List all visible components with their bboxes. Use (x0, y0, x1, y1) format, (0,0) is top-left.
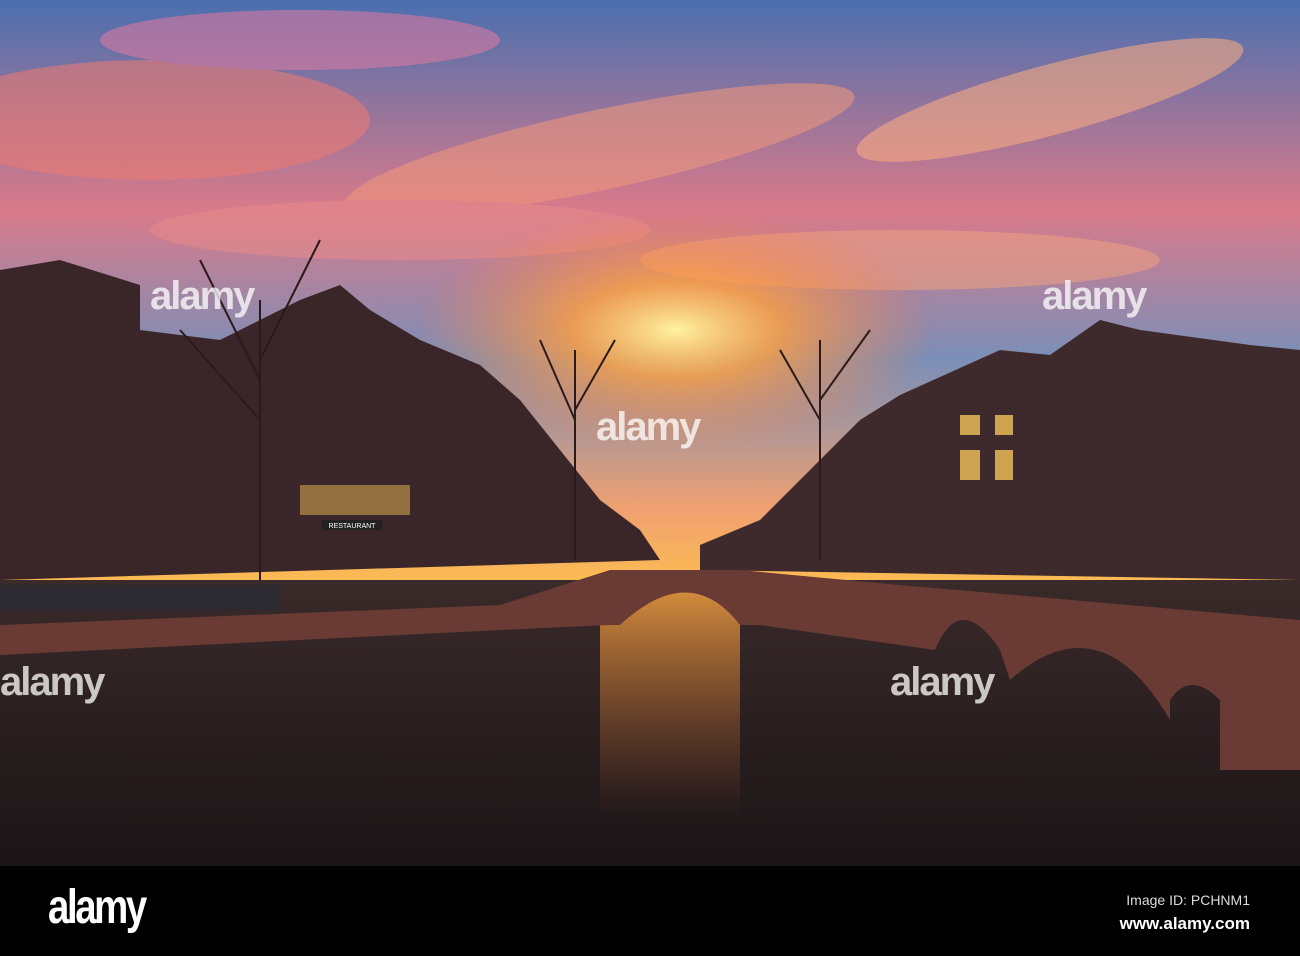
image-id: Image ID: PCHNM1 (1126, 892, 1250, 908)
restaurant-sign-text: RESTAURANT (329, 523, 377, 530)
watermark-top-right: alamy (1042, 274, 1147, 318)
parked-cars (0, 585, 280, 610)
footer-bar: alamy Image ID: PCHNM1 www.alamy.com (0, 866, 1300, 956)
watermark-center: alamy (596, 405, 701, 449)
watermark-top-left: alamy (150, 274, 255, 318)
stock-photo: RESTAURANT alamy alamy alamy alamy alamy… (0, 0, 1300, 956)
watermark-left: alamy (0, 660, 105, 704)
alamy-logo: alamy (48, 881, 147, 934)
site-url: www.alamy.com (1119, 914, 1250, 933)
watermark-right: alamy (890, 660, 995, 704)
